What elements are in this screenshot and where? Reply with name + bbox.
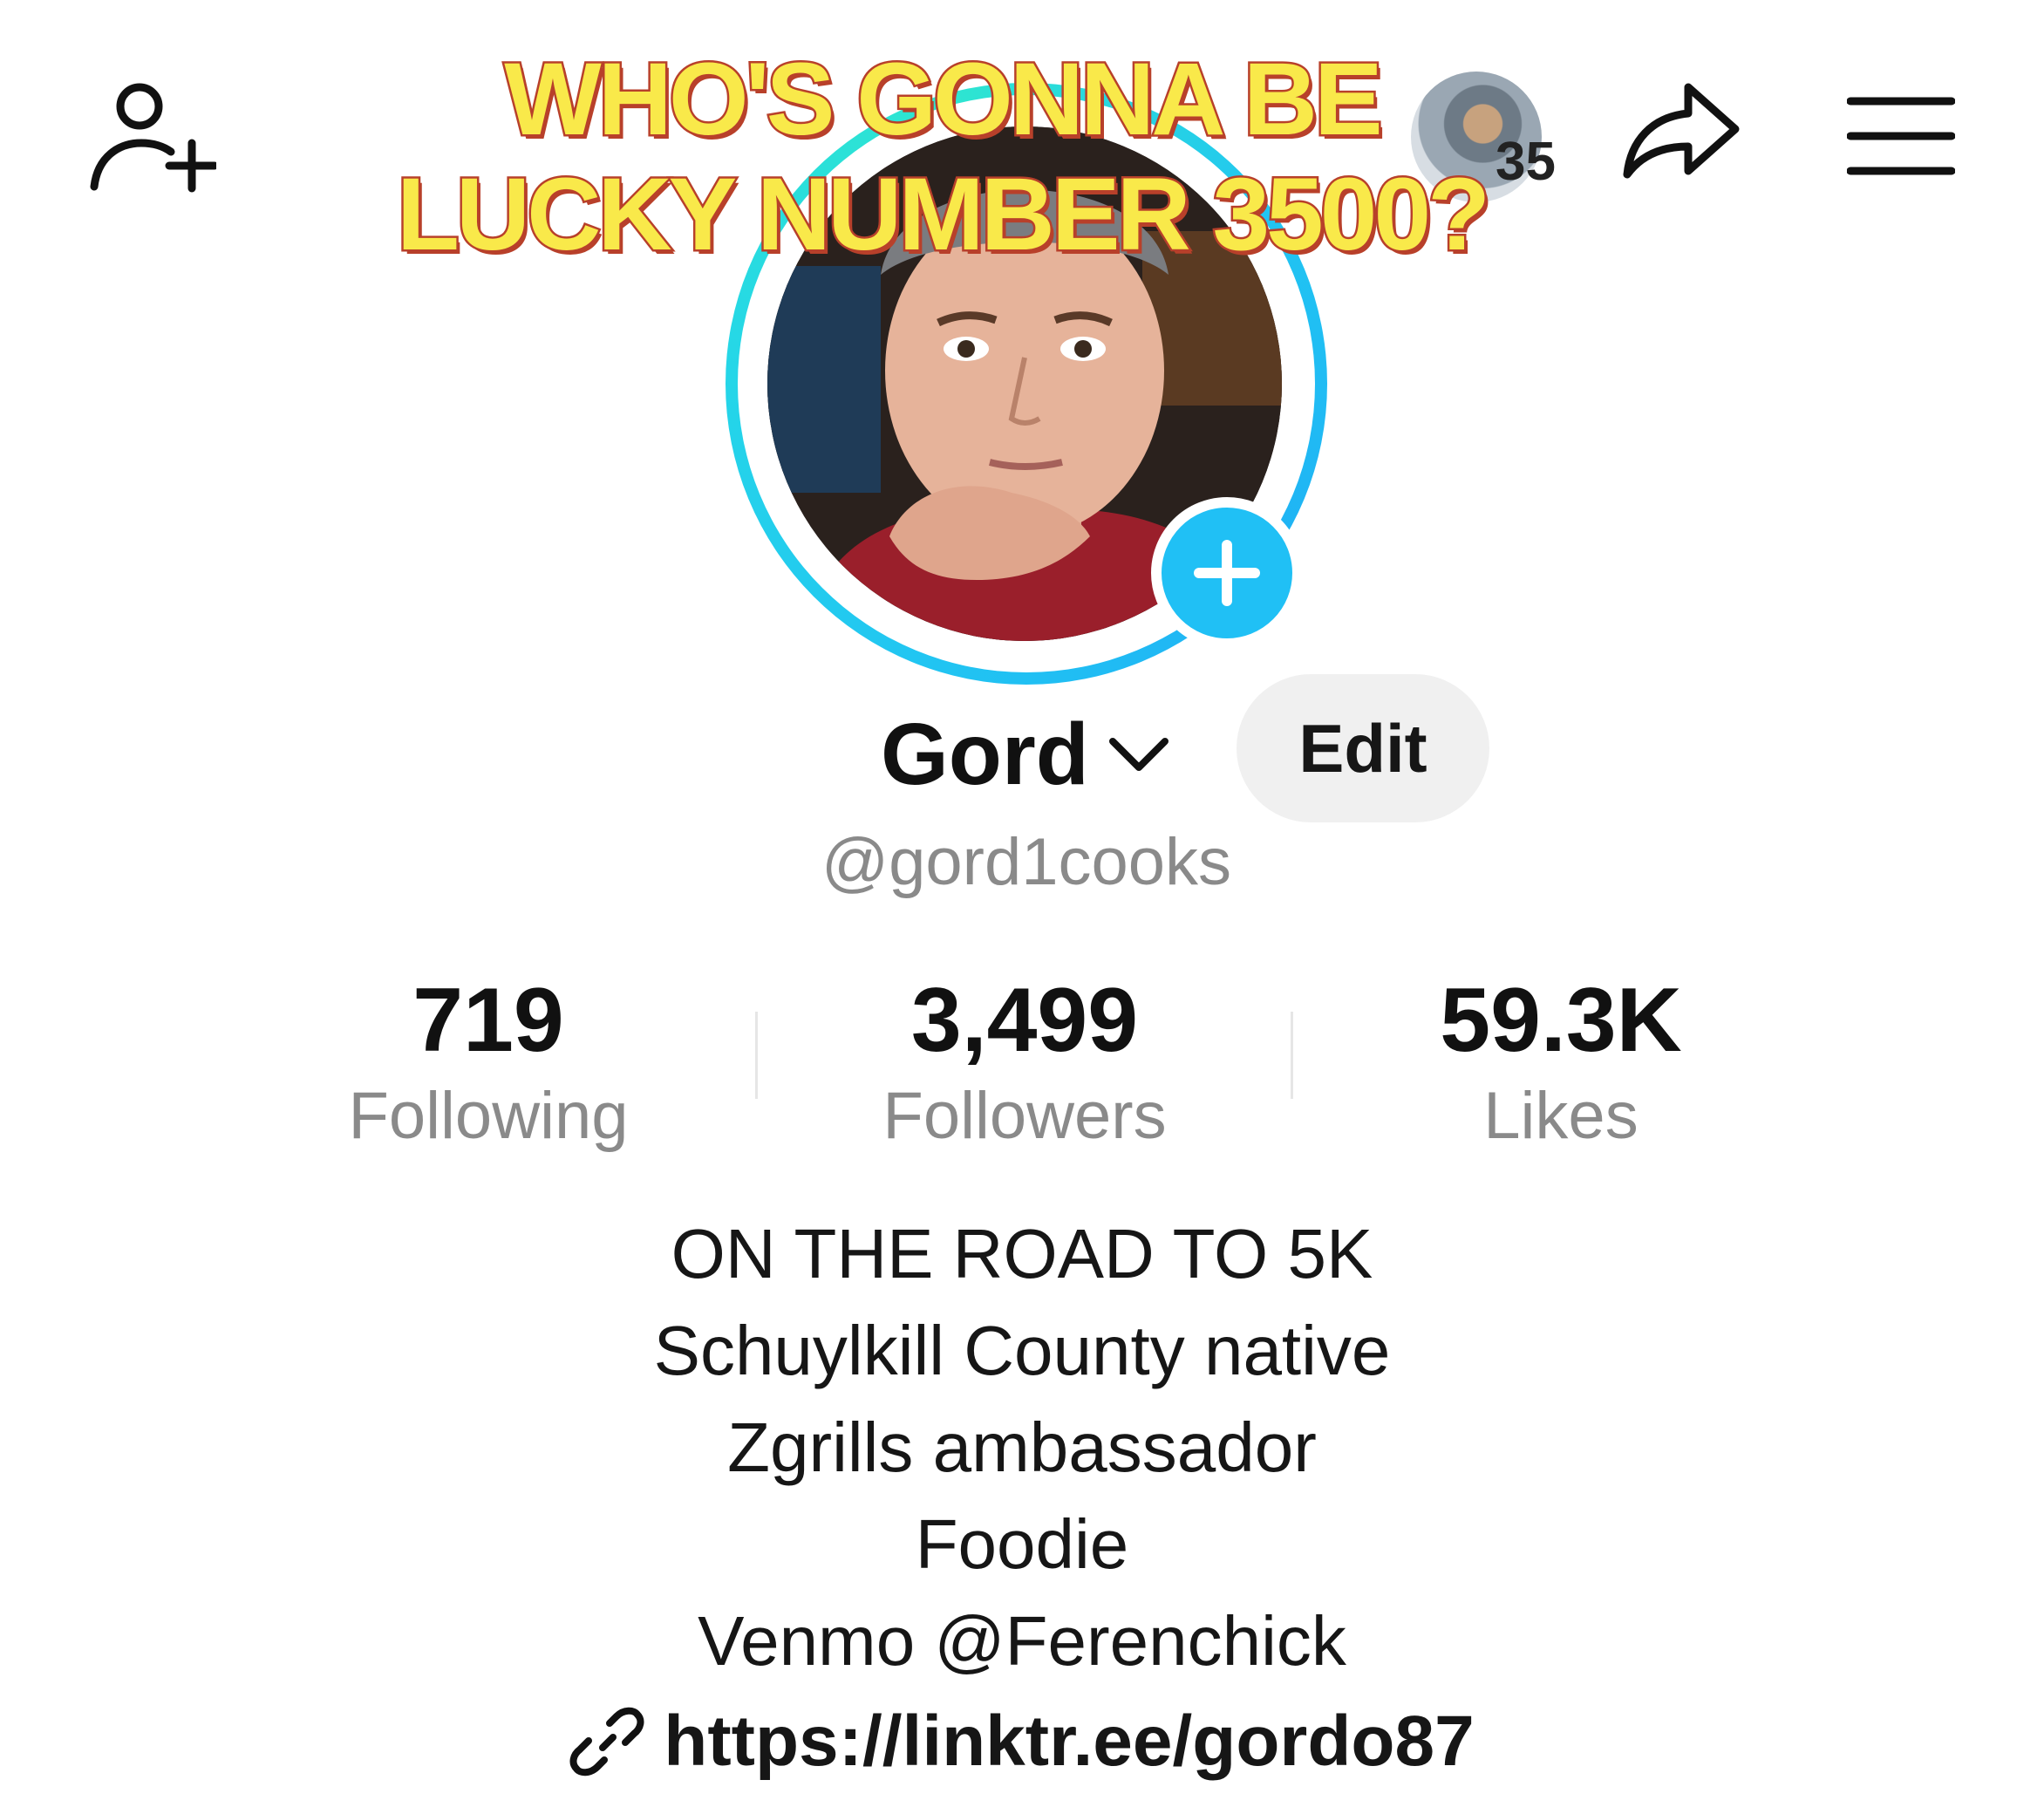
profile-views-count[interactable]: 35 [1496,131,1556,193]
likes-label: Likes [1483,1079,1639,1153]
following-count: 719 [412,970,564,1071]
bio-link-text[interactable]: https://linktr.ee/gordo87 [664,1701,1474,1783]
bio-line: Schuylkill County native [653,1312,1391,1389]
link-icon [569,1707,644,1776]
add-story-button[interactable] [1151,497,1303,649]
bio-line: ON THE ROAD TO 5K [671,1215,1373,1292]
share-button[interactable] [1620,80,1742,185]
account-switch-button[interactable] [1107,733,1170,781]
display-name[interactable]: Gord [881,705,1089,805]
bio-line: Zgrills ambassador [727,1408,1317,1486]
stat-followers[interactable]: 3,499 Followers [798,968,1251,1160]
name-row: Gord Edit [0,672,2044,829]
person-plus-icon [90,83,216,193]
bio-line: Foodie [915,1505,1129,1583]
add-friend-button[interactable] [85,80,216,194]
edit-profile-button[interactable]: Edit [1237,674,1489,822]
profile-bio: ON THE ROAD TO 5K Schuylkill County nati… [0,1205,2044,1689]
followers-count: 3,499 [910,970,1139,1071]
stat-likes[interactable]: 59.3K Likes [1334,968,1788,1160]
stat-divider [755,1012,758,1099]
share-arrow-icon [1623,83,1740,179]
stat-following[interactable]: 719 Following [262,968,715,1160]
plus-icon [1194,540,1260,606]
username: @gord1cooks [821,825,1232,899]
chevron-down-icon [1109,738,1168,771]
bio-link[interactable]: https://linktr.ee/gordo87 [0,1701,2044,1783]
following-label: Following [348,1079,629,1153]
hamburger-menu-icon [1847,97,1955,175]
bio-line: Venmo @Ferenchick [698,1602,1346,1680]
followers-label: Followers [882,1079,1167,1153]
stat-divider [1291,1012,1293,1099]
menu-button[interactable] [1847,94,1955,178]
likes-count: 59.3K [1440,970,1682,1071]
